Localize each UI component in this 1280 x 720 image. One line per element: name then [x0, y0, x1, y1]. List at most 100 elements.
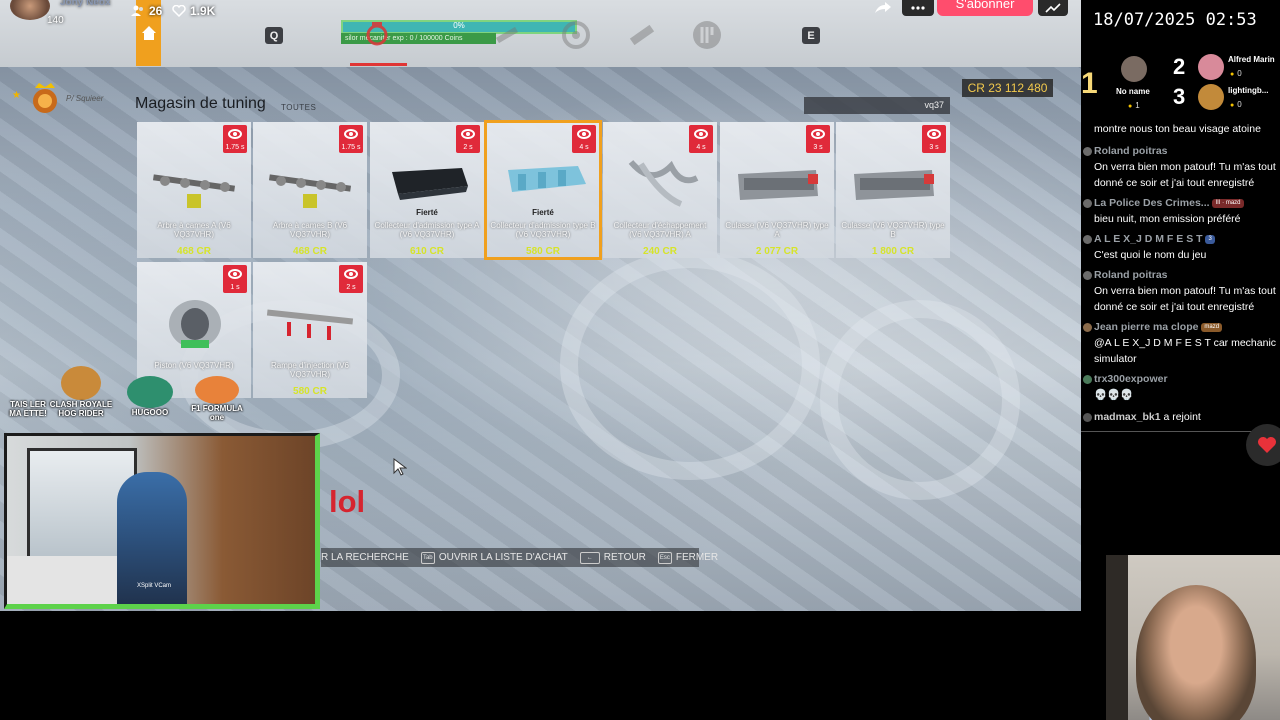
- trend-icon: [1045, 3, 1061, 13]
- chat-username[interactable]: trx300expower: [1094, 371, 1280, 387]
- engine-background: [820, 300, 1020, 500]
- chat-message: trx300expower 💀💀💀: [1081, 371, 1280, 403]
- hint-back[interactable]: ← RETOUR: [579, 551, 646, 564]
- product-card[interactable]: 1.75 s Arbre à cames A (V6 VQ37VHR) 468 CR: [137, 122, 251, 258]
- part-image: [266, 309, 354, 340]
- emote-label: F1 FORMULA one: [191, 404, 243, 422]
- emote-image: [10, 378, 46, 400]
- chat-username[interactable]: Roland poitras: [1094, 267, 1280, 283]
- leader-name: Alfred Marin: [1228, 55, 1275, 64]
- shop-filter[interactable]: TOUTES: [281, 103, 316, 112]
- part-name: Collecteur d'échappement (V6 VQ37VHR) A: [613, 221, 707, 239]
- chat-text: @A L E X_J D M F E S T car mechanic simu…: [1094, 337, 1277, 365]
- product-card[interactable]: 2 s Rampe d'injection (V6 VQ37VHR) 580 CR: [253, 262, 367, 398]
- chat-username[interactable]: Jean pierre ma clope: [1094, 321, 1198, 333]
- more-options-button[interactable]: [902, 0, 934, 16]
- leaderboard-rank-1-marker: 1: [1081, 67, 1098, 100]
- sub-count: 140: [47, 15, 64, 26]
- hint-search-label: R LA RECHERCHE: [321, 552, 409, 563]
- viewer-count-value: 26: [149, 4, 163, 18]
- gearbox-category-icon[interactable]: [692, 20, 722, 50]
- heart-outline-icon: [172, 5, 186, 17]
- preview-badge[interactable]: 1.75 s: [339, 125, 363, 153]
- product-card[interactable]: 2 s Fierté Collecteur d'admission type A (…: [370, 122, 484, 258]
- leader-count: 0: [1230, 69, 1241, 78]
- part-image: [738, 170, 818, 200]
- part-name: Culasse (V6 VQ37VHR) type B: [841, 221, 945, 239]
- chat-avatar: [1083, 375, 1092, 384]
- hint-search[interactable]: R LA RECHERCHE: [321, 552, 409, 563]
- hint-shopping-list[interactable]: Tab OUVRIR LA LISTE D'ACHAT: [420, 551, 568, 564]
- chat-message: Roland poitras On verra bien mon patouf!…: [1081, 143, 1280, 191]
- badge-time: 2 s: [463, 144, 473, 151]
- part-price: 610 CR: [410, 246, 444, 257]
- leader-avatar: [1198, 84, 1224, 110]
- part-image: [392, 168, 468, 200]
- chat-message: La Police Des Crimes... III · mazd bieu …: [1081, 195, 1280, 227]
- share-button[interactable]: [866, 0, 900, 16]
- tool-category-icon[interactable]: [492, 20, 522, 50]
- wheel-category-icon[interactable]: [561, 20, 591, 50]
- eye-icon: [228, 129, 242, 139]
- product-card[interactable]: 1.75 s Arbre à cames B (V6 VQ37VHR) 468 CR: [253, 122, 367, 258]
- engine-background: [560, 250, 820, 480]
- chat-username[interactable]: La Police Des Crimes...: [1094, 197, 1210, 209]
- preview-badge[interactable]: 1.75 s: [223, 125, 247, 153]
- preview-badge[interactable]: 1 s: [223, 265, 247, 293]
- preview-badge[interactable]: 3 s: [806, 125, 830, 153]
- chat-avatar: [1083, 147, 1092, 156]
- like-count: 1.9K: [172, 4, 215, 18]
- subscribe-button[interactable]: S'abonner: [937, 0, 1033, 16]
- heart-icon: [1258, 437, 1276, 453]
- facecam: [1106, 555, 1280, 720]
- product-card[interactable]: 3 s Culasse (V6 VQ37VHR) type B 1 800 CR: [836, 122, 950, 258]
- chat-message: A L E X_J D M F E S T 3 C'est quoi le no…: [1081, 231, 1280, 263]
- part-name: Arbre à cames A (V6 VQ37VHR): [157, 221, 231, 239]
- chat-avatar: [1083, 199, 1092, 208]
- join-username[interactable]: madmax_bk1: [1094, 411, 1161, 423]
- eye-icon: [344, 269, 358, 279]
- leader-name: lightingb...: [1228, 86, 1269, 95]
- product-card[interactable]: 4 s Fierté Collecteur d'admission type B (…: [484, 120, 602, 260]
- product-card[interactable]: 4 s Collecteur d'échappement (V6 VQ37VHR)…: [603, 122, 717, 258]
- chat-username[interactable]: Roland poitras: [1094, 143, 1280, 159]
- part-name: Collecteur d'admission type A (V6 VQ37VH…: [374, 221, 480, 239]
- preview-badge[interactable]: 4 s: [572, 125, 596, 153]
- eye-icon: [344, 129, 358, 139]
- chat-text: montre nous ton beau visage atoine: [1094, 123, 1261, 135]
- exhaust-category-icon[interactable]: [627, 20, 657, 50]
- eye-icon: [577, 129, 591, 139]
- brand-logo: Fierté: [416, 208, 438, 217]
- part-name: Collecteur d'admission type B (V6 VQ37VH…: [490, 221, 596, 239]
- emote-image: [127, 376, 173, 408]
- leader-avatar: [1198, 54, 1224, 80]
- tuning-category-icon[interactable]: [362, 20, 392, 50]
- preview-badge[interactable]: 2 s: [456, 125, 480, 153]
- like-button[interactable]: [1246, 424, 1280, 466]
- badge-time: 2 s: [346, 284, 356, 291]
- chat-text: On verra bien mon patouf! Tu m'as tout d…: [1094, 285, 1276, 313]
- part-image: [854, 170, 934, 200]
- emote-sticker: HUGOOO: [120, 376, 180, 417]
- chat-text: 💀💀💀: [1094, 389, 1134, 401]
- room-sofa: [7, 556, 117, 604]
- mouse-cursor-icon: [393, 458, 407, 476]
- part-price: 240 CR: [643, 246, 677, 257]
- join-text: a rejoint: [1163, 411, 1201, 423]
- chat-badge: mazd: [1201, 322, 1223, 332]
- preview-badge[interactable]: 3 s: [922, 125, 946, 153]
- emote-sticker: TAIS LER MA ETTE!: [6, 378, 50, 418]
- chat-message: Roland poitras On verra bien mon patouf!…: [1081, 267, 1280, 315]
- emote-label: TAIS LER MA ETTE!: [9, 400, 47, 418]
- chat-username[interactable]: A L E X_J D M F E S T: [1094, 233, 1203, 245]
- streamer-avatar: [10, 0, 50, 20]
- shop-search-input[interactable]: vq37: [804, 97, 950, 114]
- stats-button[interactable]: [1038, 0, 1068, 16]
- preview-badge[interactable]: 4 s: [689, 125, 713, 153]
- home-icon: [141, 26, 156, 40]
- part-image: [268, 174, 352, 208]
- leader-rank: 3: [1173, 84, 1186, 109]
- product-card[interactable]: 3 s Culasse (V6 VQ37VHR) type A 2 077 CR: [720, 122, 834, 258]
- hint-close[interactable]: Esc FERMER: [657, 551, 718, 564]
- preview-badge[interactable]: 2 s: [339, 265, 363, 293]
